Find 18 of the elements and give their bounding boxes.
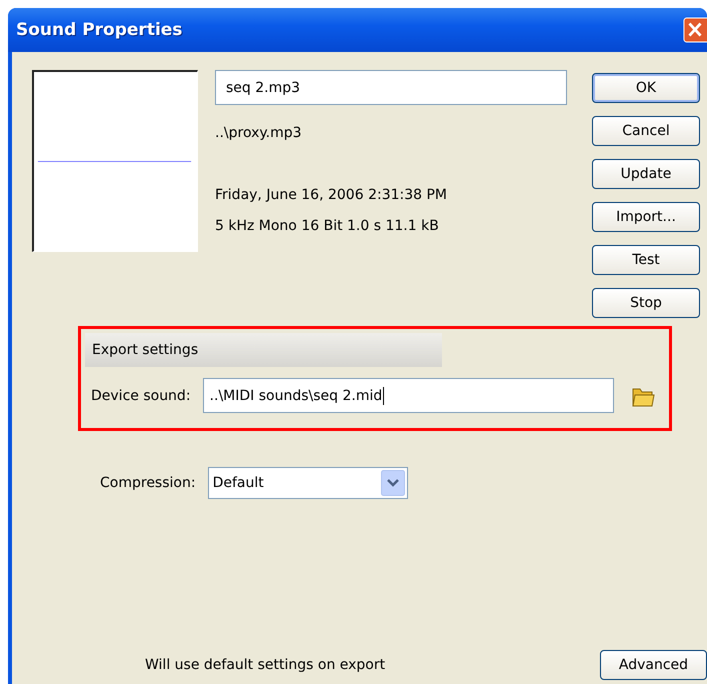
dialog-button[interactable]: Stop <box>592 288 700 318</box>
advanced-button[interactable]: Advanced <box>600 650 707 680</box>
dialog-button[interactable]: Test <box>592 245 700 275</box>
sound-info: 5 kHz Mono 16 Bit 1.0 s 11.1 kB <box>215 218 440 234</box>
compression-dropdown[interactable]: Default <box>208 467 408 499</box>
dialog-button[interactable]: Update <box>592 159 700 189</box>
dialog-button[interactable]: Import... <box>592 202 700 232</box>
window-title: Sound Properties <box>16 20 182 40</box>
sound-name-field[interactable]: seq 2.mp3 <box>215 70 567 105</box>
field-label: Compression: <box>100 475 196 491</box>
dialog-button[interactable]: OK <box>592 73 700 103</box>
device-sound-field[interactable]: ..\MIDI sounds\seq 2.mid <box>202 378 614 413</box>
file-date: Friday, June 16, 2006 2:31:38 PM <box>215 187 448 203</box>
field-label: Device sound: <box>91 388 191 404</box>
section-header: Export settings <box>85 333 442 367</box>
status-text: Will use default settings on export <box>145 657 386 673</box>
file-path: ..\proxy.mp3 <box>215 125 303 141</box>
dialog-button[interactable]: Cancel <box>592 116 700 146</box>
